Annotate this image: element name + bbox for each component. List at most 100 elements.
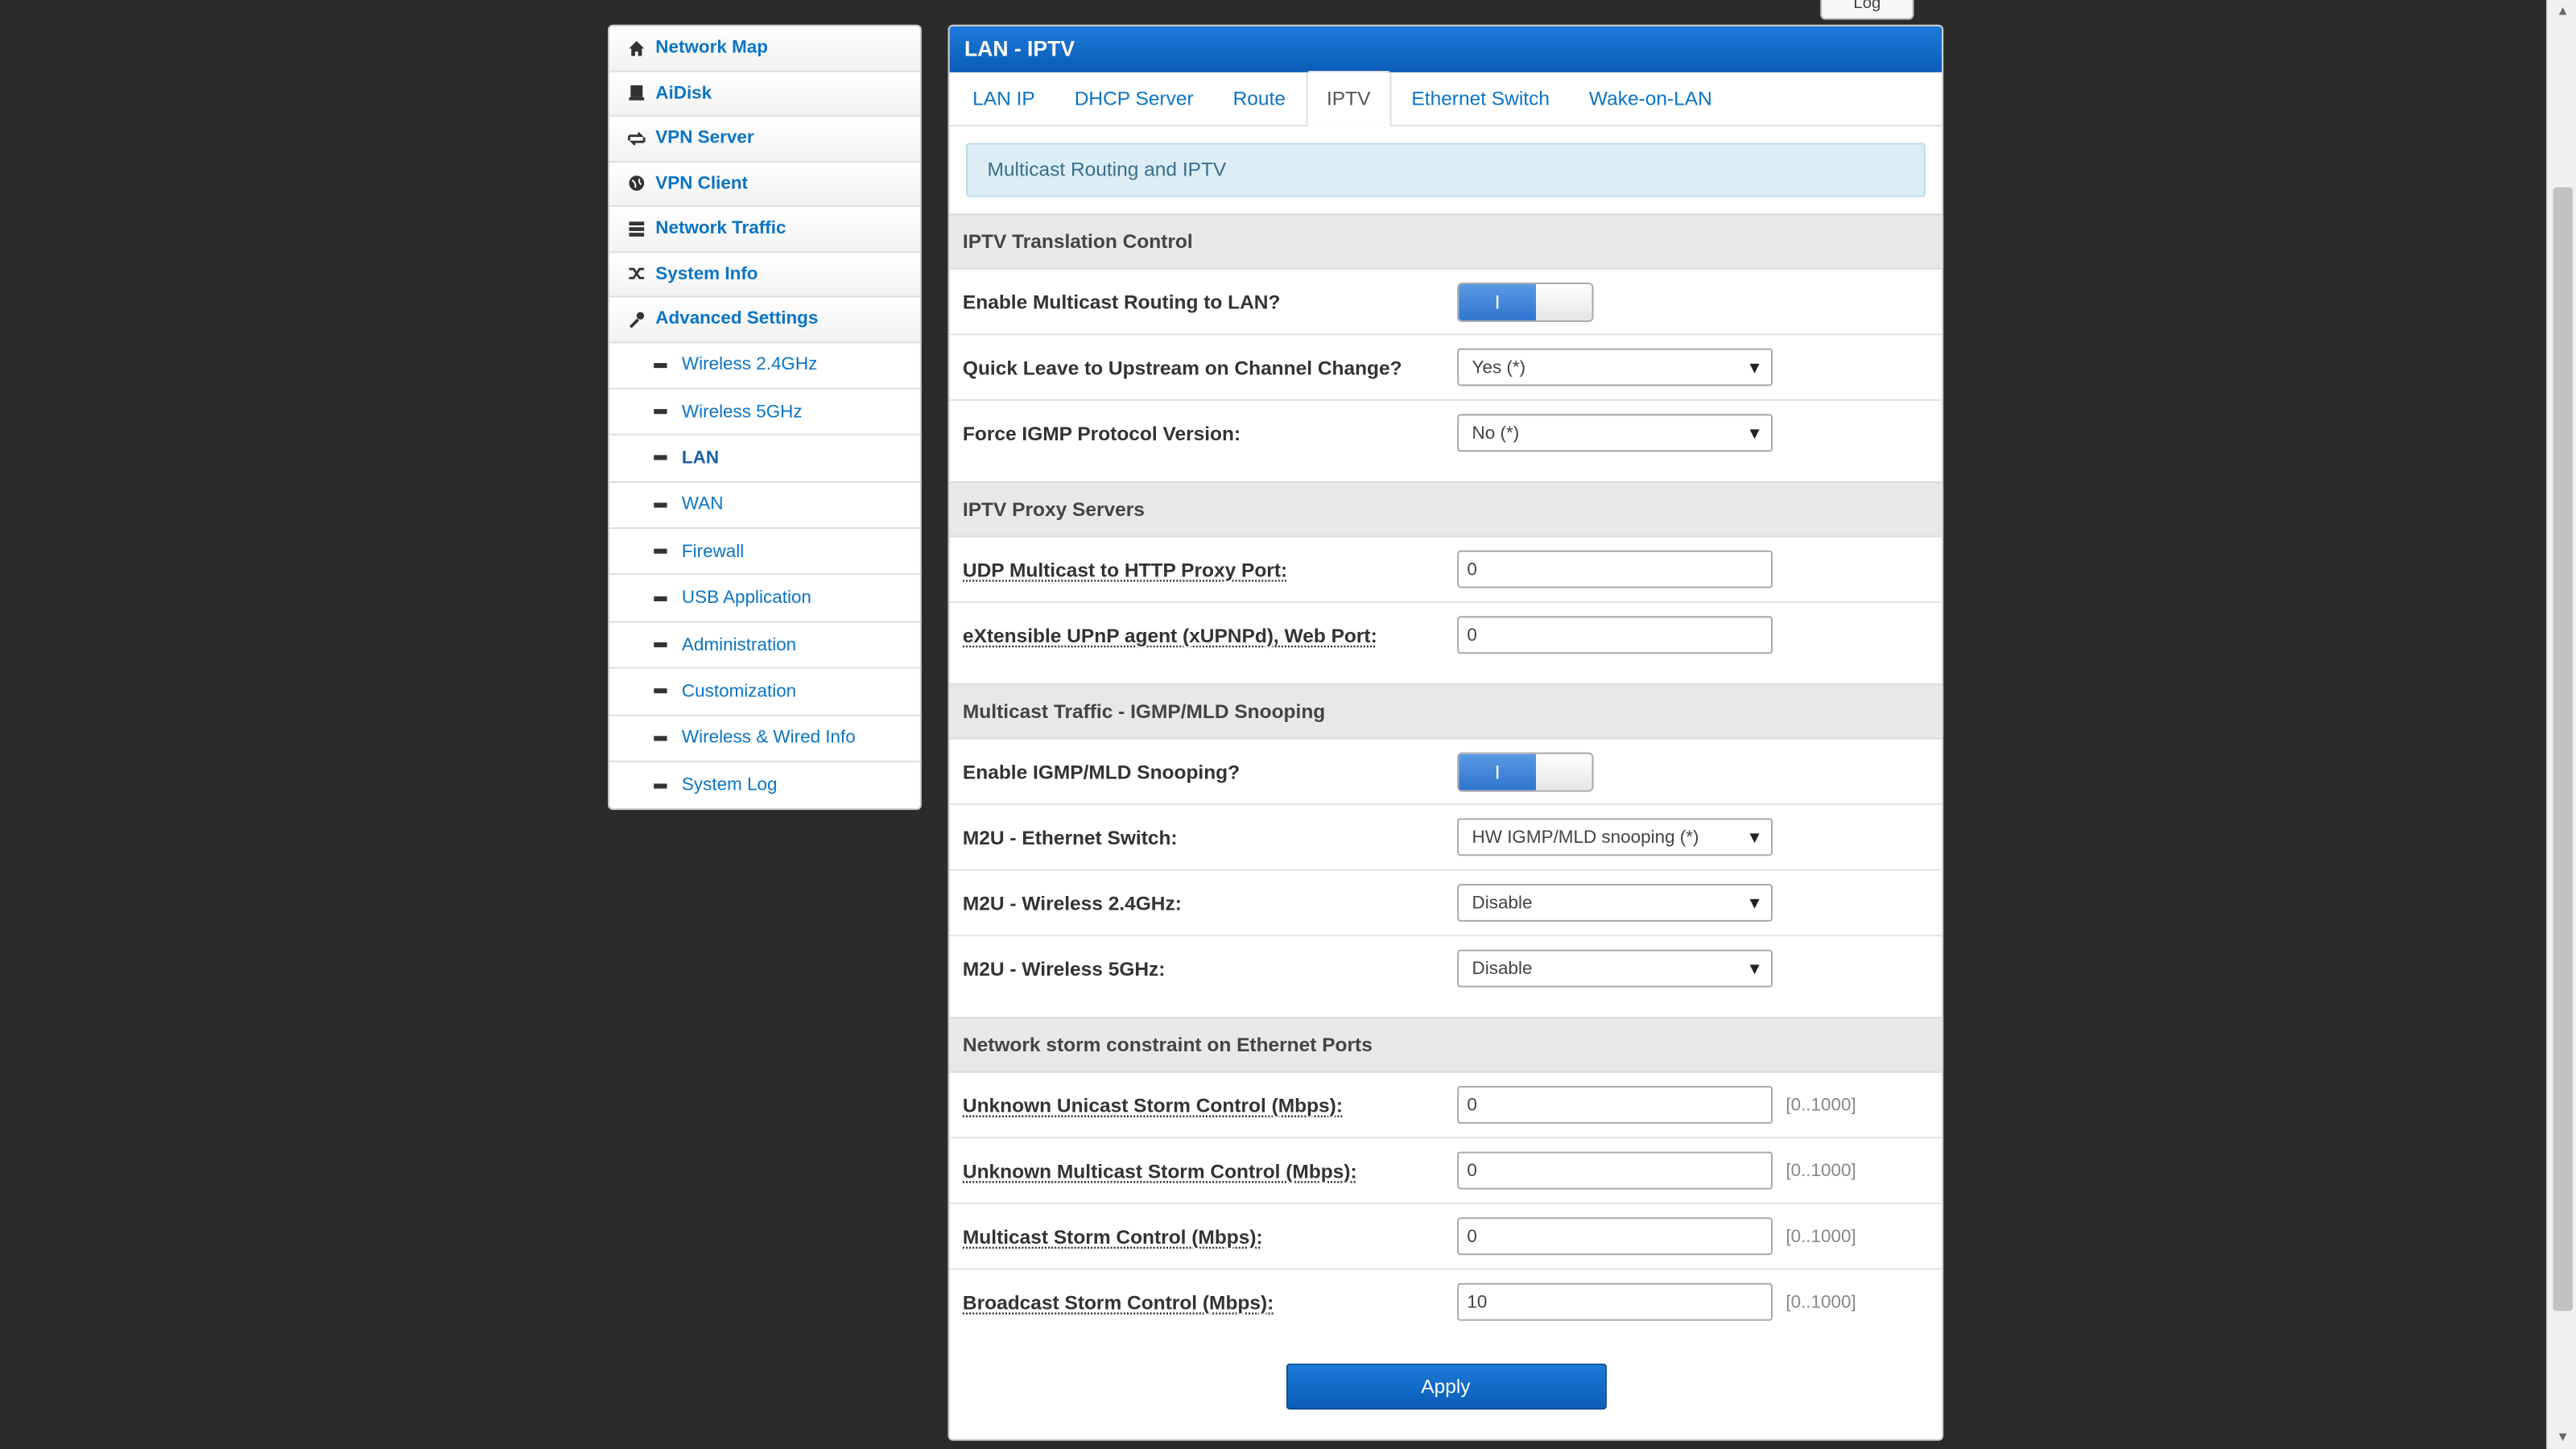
toggle-off-state: [1536, 753, 1592, 790]
sidebar-item-vpn-server[interactable]: VPN Server: [609, 116, 920, 163]
scroll-down-icon[interactable]: ▼: [2548, 1426, 2576, 1449]
select-value: HW IGMP/MLD snooping (*): [1472, 828, 1699, 848]
sidebar-item-network-map[interactable]: Network Map: [609, 26, 920, 72]
toggle-on-state: I: [1459, 283, 1537, 320]
sidebar-item-firewall[interactable]: Firewall: [609, 529, 920, 576]
sidebar-item-vpn-client[interactable]: VPN Client: [609, 162, 920, 208]
scroll-up-icon[interactable]: ▲: [2548, 0, 2576, 23]
sidebar-item-lan[interactable]: LAN: [609, 436, 920, 483]
globe-icon: [626, 174, 646, 193]
shuffle-icon: [626, 264, 646, 283]
scrollbar-thumb[interactable]: [2553, 187, 2573, 1311]
sidebar-item-label: Advanced Settings: [655, 309, 819, 329]
dash-icon: [654, 502, 667, 508]
sidebar-item-system-info[interactable]: System Info: [609, 252, 920, 298]
tab-route[interactable]: Route: [1213, 72, 1305, 125]
field-label: UDP Multicast to HTTP Proxy Port:: [962, 557, 1288, 581]
enable-snooping-toggle[interactable]: I: [1457, 751, 1594, 791]
form-row: eXtensible UPnP agent (xUPNPd), Web Port…: [950, 603, 1942, 667]
dash-icon: [654, 782, 667, 788]
sidebar-item-wan[interactable]: WAN: [609, 482, 920, 530]
sidebar-item-label: System Info: [655, 264, 758, 284]
dash-icon: [654, 642, 667, 648]
section-title: Multicast Traffic - IGMP/MLD Snooping: [949, 683, 1942, 740]
select-value: Yes (*): [1472, 357, 1526, 378]
dropdown-arrow-icon: ▼: [1746, 829, 1763, 848]
tab-iptv[interactable]: IPTV: [1305, 70, 1392, 127]
dash-icon: [654, 456, 667, 461]
main-panel: LAN - IPTV LAN IP DHCP Server Route IPTV…: [947, 24, 1944, 1441]
dash-icon: [654, 596, 667, 601]
traffic-icon: [626, 219, 646, 238]
tab-dhcp-server[interactable]: DHCP Server: [1055, 72, 1213, 125]
form-row: Broadcast Storm Control (Mbps): 10 [0..1…: [950, 1270, 1942, 1335]
sidebar-item-advanced-settings[interactable]: Advanced Settings: [609, 297, 920, 343]
apply-area: Apply: [950, 1334, 1942, 1439]
sidebar-item-aidisk[interactable]: AiDisk: [609, 71, 920, 117]
sidebar-item-wireless-24[interactable]: Wireless 2.4GHz: [609, 342, 920, 390]
dash-icon: [654, 549, 667, 555]
section-title: IPTV Translation Control: [949, 213, 1942, 270]
m2u-ethernet-select[interactable]: HW IGMP/MLD snooping (*) ▼: [1457, 818, 1773, 857]
sidebar: Network Map AiDisk VPN Server VPN Client…: [608, 24, 922, 811]
force-igmp-select[interactable]: No (*) ▼: [1457, 414, 1773, 452]
sidebar-item-label: Firewall: [681, 541, 745, 562]
dropdown-arrow-icon: ▼: [1746, 359, 1763, 378]
broadcast-storm-input[interactable]: 10: [1457, 1282, 1773, 1321]
field-label: M2U - Ethernet Switch:: [962, 825, 1178, 849]
tab-lan-ip[interactable]: LAN IP: [953, 72, 1055, 125]
info-banner: Multicast Routing and IPTV: [965, 142, 1926, 197]
select-value: Disable: [1472, 959, 1533, 980]
udpxy-port-input[interactable]: 0: [1457, 550, 1773, 588]
toggle-off-state: [1536, 283, 1592, 320]
log-button[interactable]: Log: [1820, 0, 1914, 20]
toggle-on-state: I: [1459, 753, 1537, 790]
sidebar-item-label: Network Map: [655, 38, 769, 58]
page-title: LAN - IPTV: [949, 26, 1942, 72]
form-row: M2U - Wireless 5GHz: Disable ▼: [950, 936, 1942, 1001]
sidebar-item-label: Wireless 2.4GHz: [681, 355, 818, 375]
sidebar-item-usb-application[interactable]: USB Application: [609, 576, 920, 623]
wrench-icon: [626, 309, 646, 328]
section-title: IPTV Proxy Servers: [949, 481, 1942, 538]
section-title: Network storm constraint on Ethernet Por…: [949, 1017, 1942, 1073]
sidebar-item-label: VPN Client: [655, 173, 749, 194]
apply-button[interactable]: Apply: [1285, 1363, 1606, 1410]
form-row: Quick Leave to Upstream on Channel Chang…: [949, 335, 1942, 401]
sidebar-item-network-traffic[interactable]: Network Traffic: [609, 207, 920, 253]
tab-wake-on-lan[interactable]: Wake-on-LAN: [1569, 72, 1732, 125]
sidebar-item-wireless-5[interactable]: Wireless 5GHz: [609, 389, 920, 436]
form-row: Enable IGMP/MLD Snooping? I: [949, 739, 1942, 805]
dropdown-arrow-icon: ▼: [1746, 425, 1763, 444]
m2u-wireless-5-select[interactable]: Disable ▼: [1457, 949, 1773, 988]
scrollbar[interactable]: ▲ ▼: [2546, 0, 2576, 1449]
home-icon: [626, 38, 646, 57]
range-hint: [0..1000]: [1785, 1292, 1856, 1312]
multicast-storm-input[interactable]: 0: [1457, 1217, 1773, 1256]
m2u-wireless-24-select[interactable]: Disable ▼: [1457, 883, 1773, 922]
sidebar-item-customization[interactable]: Customization: [609, 669, 920, 716]
sidebar-item-administration[interactable]: Administration: [609, 622, 920, 670]
form-row: Enable Multicast Routing to LAN? I: [949, 270, 1942, 336]
quick-leave-select[interactable]: Yes (*) ▼: [1457, 348, 1773, 386]
unknown-unicast-input[interactable]: 0: [1457, 1085, 1773, 1124]
dash-icon: [654, 362, 667, 368]
tab-ethernet-switch[interactable]: Ethernet Switch: [1392, 72, 1570, 125]
field-label: Broadcast Storm Control (Mbps):: [962, 1290, 1274, 1314]
field-label: Multicast Storm Control (Mbps):: [962, 1224, 1263, 1248]
sidebar-item-wireless-wired-info[interactable]: Wireless & Wired Info: [609, 716, 920, 762]
sidebar-item-label: VPN Server: [655, 128, 754, 149]
unknown-multicast-input[interactable]: 0: [1457, 1151, 1773, 1190]
enable-multicast-toggle[interactable]: I: [1457, 281, 1594, 321]
disk-icon: [626, 84, 646, 103]
sidebar-item-system-log[interactable]: System Log: [609, 762, 920, 809]
dash-icon: [654, 735, 667, 741]
form-row: UDP Multicast to HTTP Proxy Port: 0: [949, 537, 1942, 603]
form-row: Force IGMP Protocol Version: No (*) ▼: [950, 401, 1942, 465]
page: Log Network Map AiDisk VPN Server VPN Cl…: [0, 0, 2576, 1449]
sidebar-item-label: WAN: [681, 495, 724, 515]
sidebar-item-label: System Log: [681, 775, 778, 796]
form-row: M2U - Ethernet Switch: HW IGMP/MLD snoop…: [949, 805, 1942, 871]
field-label: Enable IGMP/MLD Snooping?: [962, 759, 1241, 783]
xupnpd-port-input[interactable]: 0: [1457, 616, 1773, 654]
